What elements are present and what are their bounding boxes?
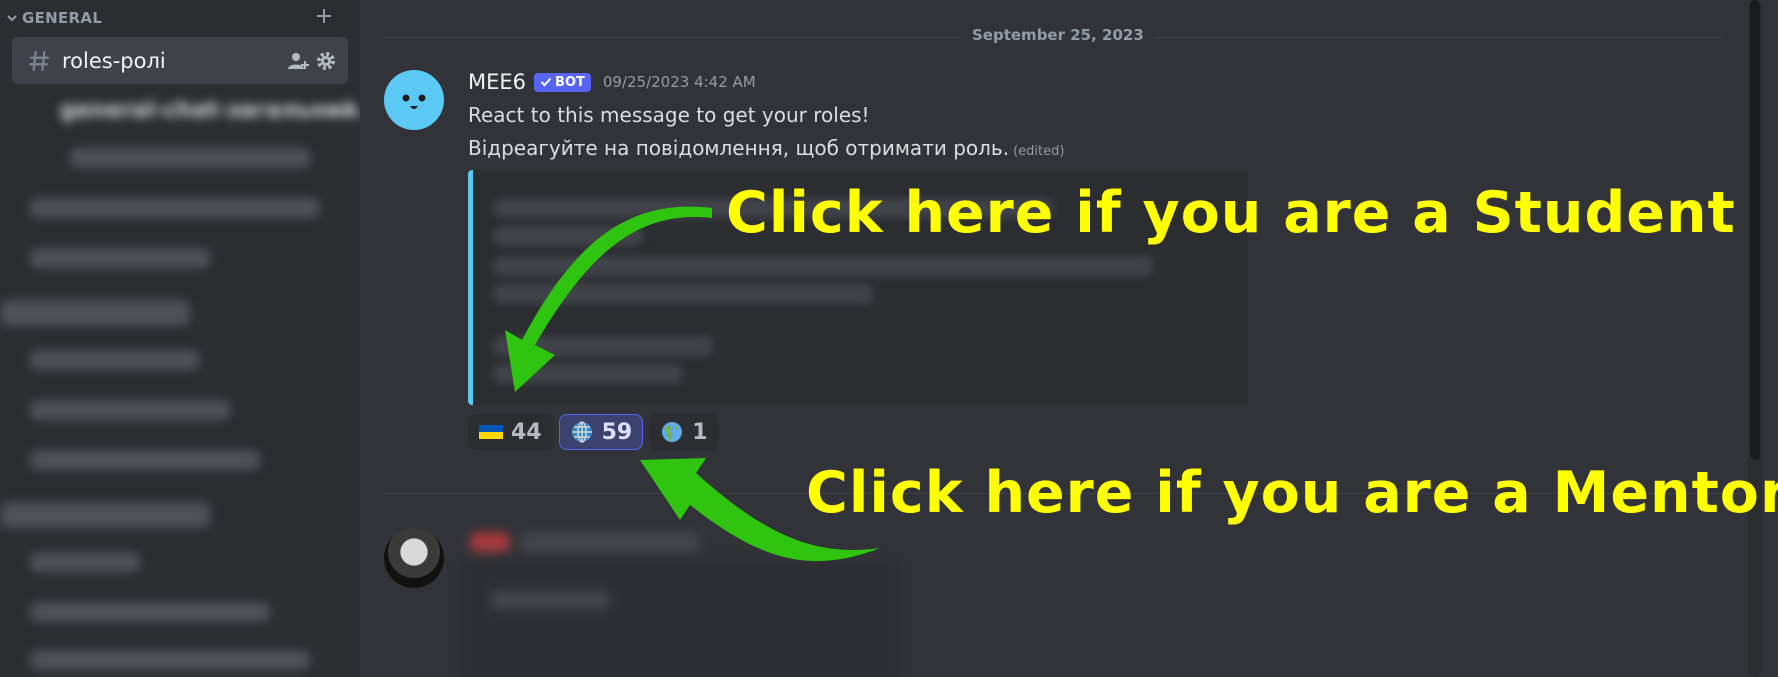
category-general[interactable]: GENERAL — [6, 8, 102, 28]
blurred-channel-list: general-chat-загальний... — [0, 90, 360, 677]
hash-icon — [29, 50, 49, 71]
channel-sidebar: GENERAL roles-ролі general-chat-загальни… — [0, 0, 360, 677]
reaction-count: 59 — [601, 419, 633, 445]
annotation-mentor: Click here if you are a Mentor — [806, 460, 1778, 526]
edited-marker: (edited) — [1013, 144, 1065, 159]
author-name[interactable]: MEE6 — [468, 70, 526, 94]
gear-icon[interactable] — [314, 49, 338, 73]
sidebar-item-roles[interactable]: roles-ролі — [12, 37, 348, 84]
avatar[interactable] — [384, 528, 444, 588]
message-timestamp[interactable]: 09/25/2023 4:42 AM — [603, 73, 756, 91]
message-header: MEE6 BOT 09/25/2023 4:42 AM — [468, 70, 756, 94]
reaction-ukraine[interactable]: 44 — [468, 414, 553, 450]
check-icon — [540, 77, 552, 87]
reaction-count: 1 — [692, 419, 708, 445]
message-text-en: React to this message to get your roles! — [468, 103, 870, 127]
blurred-channel: general-chat-загальний... — [60, 98, 360, 123]
create-invite-icon[interactable] — [286, 49, 310, 73]
avatar[interactable] — [384, 70, 444, 130]
blurred-next-message — [460, 520, 920, 677]
chevron-down-icon — [7, 15, 17, 22]
ukraine-flag-icon — [479, 425, 503, 439]
mee6-face-icon — [402, 94, 426, 109]
reaction-earth[interactable]: 1 — [649, 414, 719, 450]
message-text-uk: Відреагуйте на повідомлення, щоб отримат… — [468, 136, 1064, 160]
bot-badge: BOT — [534, 72, 591, 92]
reactions-bar: 44 59 1 — [468, 414, 719, 450]
reaction-count: 44 — [511, 419, 542, 445]
bot-badge-label: BOT — [555, 74, 585, 90]
reaction-globe[interactable]: 59 — [558, 414, 644, 450]
earth-americas-icon — [662, 422, 683, 442]
channel-name: roles-ролі — [62, 48, 166, 73]
message-text-uk-content: Відреагуйте на повідомлення, щоб отримат… — [468, 136, 1010, 160]
add-channel-icon[interactable] — [312, 4, 336, 28]
annotation-student: Click here if you are a Student — [726, 180, 1736, 246]
globe-meridians-icon — [571, 421, 592, 443]
date-divider: September 25, 2023 — [960, 26, 1156, 44]
category-label: GENERAL — [22, 9, 103, 27]
scrollbar-thumb[interactable] — [1750, 0, 1760, 460]
